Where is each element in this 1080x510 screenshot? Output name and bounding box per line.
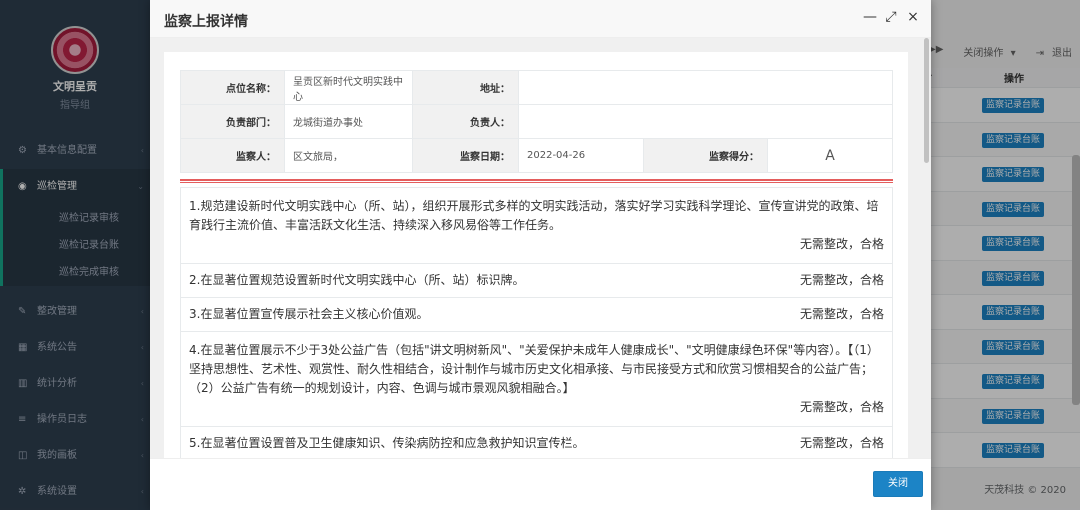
item-text: 2.在显著位置规范设置新时代文明实践中心（所、站）标识牌。 — [189, 273, 525, 287]
modal-body: 点位名称： 呈贡区新时代文明实践中心 地址： 负责部门： 龙城街道办事处 负责人… — [150, 38, 931, 458]
close-icon[interactable]: × — [907, 9, 919, 25]
info-table: 点位名称： 呈贡区新时代文明实践中心 地址： 负责部门： 龙城街道办事处 负责人… — [180, 70, 893, 173]
site-label: 点位名称： — [180, 70, 285, 105]
minimize-icon[interactable]: — — [863, 9, 877, 25]
item-text: 3.在显著位置宣传展示社会主义核心价值观。 — [189, 307, 429, 321]
modal-title: 监察上报详情 — [164, 14, 248, 30]
inspection-items: 1.规范建设新时代文明实践中心（所、站），组织开展形式多样的文明实践活动，落实好… — [180, 187, 893, 458]
site-value: 呈贡区新时代文明实践中心 — [284, 70, 413, 105]
item-text: 5.在显著位置设置普及卫生健康知识、传染病防控和应急救护知识宣传栏。 — [189, 436, 585, 450]
modal-header: 监察上报详情 — ⤢ × — [150, 0, 931, 38]
item-result: 无需整改，合格 — [799, 237, 884, 251]
score-label: 监察得分： — [643, 138, 768, 173]
date-value: 2022-04-26 — [518, 138, 644, 173]
person-value — [518, 104, 893, 139]
list-item: 5.在显著位置设置普及卫生健康知识、传染病防控和应急救护知识宣传栏。 无需整改，… — [181, 427, 892, 458]
inspector-value: 区文旅局， — [284, 138, 413, 173]
maximize-icon[interactable]: ⤢ — [885, 9, 897, 25]
modal-controls: — ⤢ × — [863, 9, 919, 25]
divider — [180, 179, 893, 183]
date-label: 监察日期： — [412, 138, 519, 173]
item-result: 无需整改，合格 — [799, 436, 884, 450]
close-button[interactable]: 关闭 — [873, 471, 923, 497]
item-result: 无需整改，合格 — [799, 307, 884, 321]
report-detail-modal: 监察上报详情 — ⤢ × 点位名称： 呈贡区新时代文明实践中心 地址： 负责部门… — [150, 0, 931, 510]
item-result: 无需整改，合格 — [799, 400, 884, 414]
modal-scrollbar[interactable] — [924, 38, 929, 163]
address-label: 地址： — [412, 70, 519, 105]
list-item: 1.规范建设新时代文明实践中心（所、站），组织开展形式多样的文明实践活动，落实好… — [181, 188, 892, 264]
item-result: 无需整改，合格 — [799, 273, 884, 287]
item-text: 4.在显著位置展示不少于3处公益广告（包括"讲文明树新风"、"关爱保护未成年人健… — [189, 343, 879, 395]
detail-content: 点位名称： 呈贡区新时代文明实践中心 地址： 负责部门： 龙城街道办事处 负责人… — [164, 52, 908, 458]
list-item: 3.在显著位置宣传展示社会主义核心价值观。 无需整改，合格 — [181, 298, 892, 332]
dept-label: 负责部门： — [180, 104, 285, 139]
dept-value: 龙城街道办事处 — [284, 104, 413, 139]
list-item: 2.在显著位置规范设置新时代文明实践中心（所、站）标识牌。 无需整改，合格 — [181, 264, 892, 298]
item-text: 1.规范建设新时代文明实践中心（所、站），组织开展形式多样的文明实践活动，落实好… — [189, 199, 879, 232]
inspector-label: 监察人： — [180, 138, 285, 173]
person-label: 负责人： — [412, 104, 519, 139]
address-value — [518, 70, 893, 105]
modal-footer: 关闭 — [150, 458, 931, 510]
list-item: 4.在显著位置展示不少于3处公益广告（包括"讲文明树新风"、"关爱保护未成年人健… — [181, 332, 892, 427]
score-value: A — [767, 138, 893, 173]
